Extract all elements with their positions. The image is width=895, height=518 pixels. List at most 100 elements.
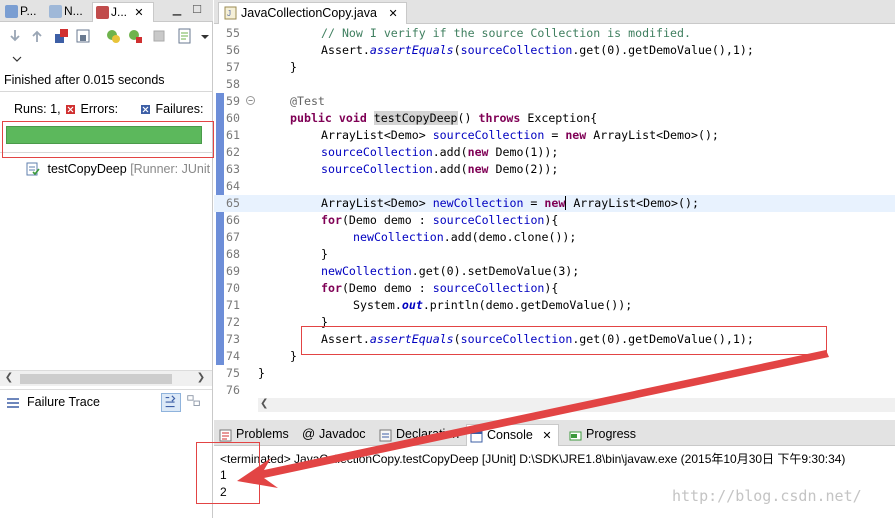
tab-navigator[interactable]: N... xyxy=(46,2,90,22)
scroll-right-icon[interactable]: ❯ xyxy=(194,372,208,383)
tab-label: J... xyxy=(111,5,128,19)
editor-tabs: J JavaCollectionCopy.java ✕ xyxy=(214,0,895,24)
code-token: } xyxy=(321,247,328,261)
code-token: sourceCollection xyxy=(460,43,573,57)
line-number: 73 xyxy=(226,332,240,346)
console-icon xyxy=(470,429,483,443)
code-token: ArrayList<Demo>(); xyxy=(593,128,719,142)
code-comment: // Now I verify if the source Collection… xyxy=(321,26,691,40)
code-token: .get(0).setDemoValue(3); xyxy=(411,264,580,278)
maximize-icon[interactable]: ☐ xyxy=(190,3,204,17)
code-token: sourceCollection xyxy=(321,162,433,176)
annotation-box-progress xyxy=(2,121,214,158)
minimize-icon[interactable]: ▁ xyxy=(170,3,184,17)
line-number: 68 xyxy=(226,247,240,261)
test-name: testCopyDeep xyxy=(47,162,127,176)
code-keyword: void xyxy=(338,111,367,125)
line-number: 76 xyxy=(226,383,240,397)
editor-tab-title: JavaCollectionCopy.java xyxy=(241,6,377,20)
junit-icon xyxy=(96,6,109,19)
code-token: demo xyxy=(485,298,514,312)
tab-console[interactable]: Console ✕ xyxy=(466,424,559,446)
view-menu-icon[interactable] xyxy=(8,49,22,67)
scroll-left-icon[interactable]: ❮ xyxy=(2,372,16,383)
tab-junit[interactable]: J... ✕ xyxy=(92,2,154,22)
failure-trace-header: Failure Trace xyxy=(0,389,212,415)
test-passed-icon xyxy=(26,162,40,176)
problems-icon xyxy=(219,428,232,442)
previous-failure-icon[interactable] xyxy=(28,27,46,45)
line-number: 63 xyxy=(226,162,240,176)
show-failures-only-icon[interactable] xyxy=(52,27,70,45)
console-terminated-line: <terminated> JavaCollectionCopy.testCopy… xyxy=(220,452,846,466)
tab-package-explorer[interactable]: P... xyxy=(2,2,42,22)
code-token: .add( xyxy=(432,145,468,159)
line-number: 67 xyxy=(226,230,240,244)
left-horizontal-scrollbar[interactable]: ❮ ❯ xyxy=(0,370,212,386)
progress-icon xyxy=(569,428,582,441)
failures-label: Failures: xyxy=(155,102,204,116)
code-token: sourceCollection xyxy=(432,128,545,142)
fold-toggle-icon[interactable]: − xyxy=(246,96,255,105)
scroll-lock-icon[interactable] xyxy=(74,27,92,45)
annotation-box-assert xyxy=(301,326,827,355)
tab-declaration[interactable]: Declaration xyxy=(376,424,459,446)
code-token: System. xyxy=(353,298,402,312)
tab-java-file[interactable]: J JavaCollectionCopy.java ✕ xyxy=(218,2,407,24)
close-icon[interactable]: ✕ xyxy=(542,430,551,442)
errors-label: Errors: xyxy=(80,102,119,116)
code-line: 64 xyxy=(214,178,895,195)
compare-result-icon[interactable] xyxy=(185,393,205,412)
runs-value: 1, xyxy=(50,102,61,116)
test-history-icon[interactable] xyxy=(176,27,194,45)
code-token: newCollection xyxy=(321,264,412,278)
next-failure-icon[interactable] xyxy=(6,27,24,45)
tab-label: Javadoc xyxy=(319,427,366,441)
editor-horizontal-scrollbar[interactable]: ❮ xyxy=(258,398,895,412)
code-token: (Demo xyxy=(341,281,377,295)
close-icon[interactable]: ✕ xyxy=(388,8,397,20)
code-line: 61 ArrayList<Demo> sourceCollection = new… xyxy=(214,127,895,144)
code-line: 70 for(Demo demo : sourceCollection){ xyxy=(214,280,895,297)
error-icon xyxy=(66,103,76,114)
navigator-icon xyxy=(49,5,62,18)
filter-stack-trace-icon[interactable] xyxy=(161,393,181,412)
code-token: Demo(2)); xyxy=(495,162,559,176)
code-token: demo xyxy=(383,213,412,227)
tab-label: Problems xyxy=(236,427,289,441)
tab-progress[interactable]: Progress xyxy=(566,424,636,446)
failure-trace-label: Failure Trace xyxy=(27,395,100,409)
code-token: = xyxy=(523,196,545,210)
at-sign-icon: @ xyxy=(302,426,316,441)
line-number: 72 xyxy=(226,315,240,329)
package-explorer-icon xyxy=(5,5,18,18)
runs-label: Runs: xyxy=(14,102,47,116)
rerun-test-icon[interactable] xyxy=(104,27,122,45)
scroll-thumb[interactable] xyxy=(20,374,172,384)
line-number: 55 xyxy=(226,26,240,40)
line-number: 57 xyxy=(226,60,240,74)
scroll-left-icon[interactable]: ❮ xyxy=(260,398,268,409)
run-status-text: Finished after 0.015 seconds xyxy=(4,73,165,87)
test-tree-item[interactable]: testCopyDeep [Runner: JUnit xyxy=(26,162,210,176)
code-line: 68} xyxy=(214,246,895,263)
history-dropdown-icon[interactable] xyxy=(196,27,209,45)
code-token: .add( xyxy=(443,230,479,244)
code-editor[interactable]: J JavaCollectionCopy.java ✕ 55 // Now I v… xyxy=(214,0,895,420)
code-annotation: @Test xyxy=(290,94,325,108)
code-keyword: new xyxy=(544,196,567,210)
divider xyxy=(0,91,212,92)
watermark-text: http://blog.csdn.net/ xyxy=(672,487,862,505)
rerun-failures-first-icon[interactable] xyxy=(126,27,144,45)
code-token: ){ xyxy=(544,213,559,227)
close-icon[interactable]: ✕ xyxy=(134,7,143,19)
code-token: Assert. xyxy=(321,43,370,57)
code-token: .getDemoValue()); xyxy=(513,298,633,312)
line-number: 64 xyxy=(226,179,240,193)
code-keyword: for xyxy=(321,281,342,295)
tab-label: Console xyxy=(487,428,533,442)
tab-javadoc[interactable]: @ Javadoc xyxy=(299,424,366,446)
code-line: 76 xyxy=(214,382,895,399)
svg-text:J: J xyxy=(227,9,231,18)
stop-icon[interactable] xyxy=(150,27,168,45)
